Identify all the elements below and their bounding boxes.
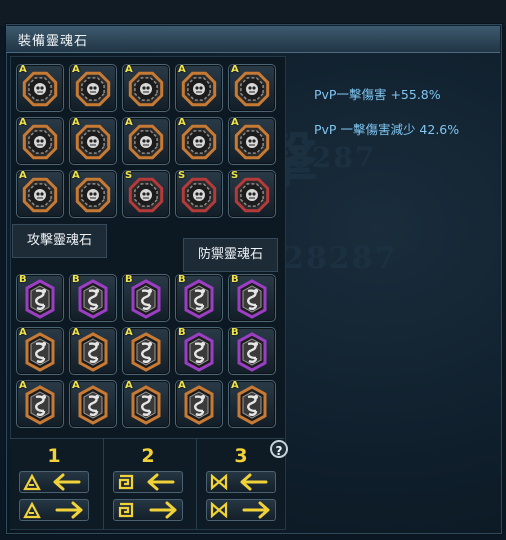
grade-label: A bbox=[231, 380, 239, 391]
bowtie-rune-icon bbox=[210, 473, 228, 491]
grade-label: A bbox=[178, 64, 186, 75]
grade-label: B bbox=[178, 274, 186, 285]
arrow-right-icon bbox=[149, 501, 177, 519]
preset-controls: 1 2 3 bbox=[10, 438, 284, 529]
grade-label: A bbox=[19, 380, 27, 391]
preset-1-save-button[interactable] bbox=[19, 499, 89, 521]
defense-soulstone-slot[interactable]: A bbox=[122, 327, 170, 375]
grade-label: A bbox=[72, 380, 80, 391]
attack-soulstone-slot[interactable]: A bbox=[69, 64, 117, 112]
arrow-right-icon bbox=[55, 501, 83, 519]
grade-label: A bbox=[178, 380, 186, 391]
grade-label: A bbox=[72, 170, 80, 181]
attack-soulstone-slot[interactable]: A bbox=[228, 64, 276, 112]
attack-soulstone-slot[interactable]: S bbox=[122, 170, 170, 218]
grade-label: B bbox=[19, 274, 27, 285]
attack-soulstone-slot[interactable]: A bbox=[16, 170, 64, 218]
grade-label: A bbox=[19, 64, 27, 75]
attack-soulstone-slot[interactable]: A bbox=[122, 64, 170, 112]
defense-soulstone-grid: B B B B B A A A B B A A A A A bbox=[16, 274, 276, 428]
grade-label: B bbox=[72, 274, 80, 285]
grade-label: B bbox=[231, 327, 239, 338]
defense-soulstone-slot[interactable]: A bbox=[16, 327, 64, 375]
preset-2-save-button[interactable] bbox=[113, 499, 183, 521]
grade-label: A bbox=[19, 117, 27, 128]
preset-2-load-button[interactable] bbox=[113, 471, 183, 493]
tab-defense-label: 防禦靈魂石 bbox=[198, 247, 264, 262]
triangle-rune-icon bbox=[23, 501, 41, 519]
grade-label: S bbox=[125, 170, 133, 181]
defense-soulstone-slot[interactable]: A bbox=[175, 380, 223, 428]
defense-soulstone-slot[interactable]: A bbox=[69, 380, 117, 428]
grade-label: A bbox=[125, 64, 133, 75]
grade-label: A bbox=[125, 327, 133, 338]
attack-soulstone-slot[interactable]: A bbox=[69, 117, 117, 165]
attack-soulstone-slot[interactable]: A bbox=[228, 117, 276, 165]
stats-list: PvP一擊傷害 +55.8% PvP 一擊傷害減少 42.6% bbox=[314, 84, 459, 154]
grade-label: A bbox=[19, 327, 27, 338]
defense-soulstone-slot[interactable]: B bbox=[16, 274, 64, 322]
defense-soulstone-slot[interactable]: B bbox=[228, 274, 276, 322]
grade-label: A bbox=[72, 117, 80, 128]
attack-soulstone-slot[interactable]: A bbox=[16, 117, 64, 165]
attack-soulstone-slot[interactable]: A bbox=[175, 64, 223, 112]
attack-soulstone-slot[interactable]: A bbox=[122, 117, 170, 165]
grade-label: A bbox=[231, 64, 239, 75]
defense-soulstone-slot[interactable]: B bbox=[69, 274, 117, 322]
spiral-rune-icon bbox=[118, 502, 134, 518]
preset-column-1: 1 bbox=[10, 439, 98, 529]
attack-soulstone-slot[interactable]: S bbox=[228, 170, 276, 218]
preset-number: 2 bbox=[141, 445, 155, 467]
stat-pvp-damage: PvP一擊傷害 +55.8% bbox=[314, 87, 441, 102]
defense-soulstone-slot[interactable]: A bbox=[69, 327, 117, 375]
tab-attack-label: 攻擊靈魂石 bbox=[27, 233, 93, 248]
preset-1-load-button[interactable] bbox=[19, 471, 89, 493]
arrow-left-icon bbox=[53, 473, 81, 491]
defense-soulstone-slot[interactable]: B bbox=[122, 274, 170, 322]
attack-soulstone-slot[interactable]: A bbox=[16, 64, 64, 112]
grade-label: S bbox=[231, 170, 239, 181]
grade-label: A bbox=[72, 327, 80, 338]
help-icon[interactable]: ? bbox=[270, 440, 288, 458]
defense-soulstone-slot[interactable]: B bbox=[228, 327, 276, 375]
window-title: 裝備靈魂石 bbox=[18, 34, 89, 49]
preset-3-load-button[interactable] bbox=[206, 471, 276, 493]
grade-label: A bbox=[231, 117, 239, 128]
grade-label: S bbox=[178, 170, 186, 181]
grade-label: A bbox=[125, 380, 133, 391]
arrow-right-icon bbox=[242, 501, 270, 519]
grade-label: B bbox=[231, 274, 239, 285]
defense-soulstone-slot[interactable]: B bbox=[175, 327, 223, 375]
grade-label: A bbox=[19, 170, 27, 181]
title-bar: 裝備靈魂石 bbox=[6, 26, 500, 53]
attack-soulstone-slot[interactable]: S bbox=[175, 170, 223, 218]
defense-soulstone-slot[interactable]: A bbox=[228, 380, 276, 428]
arrow-left-icon bbox=[240, 473, 268, 491]
defense-soulstone-slot[interactable]: A bbox=[16, 380, 64, 428]
grade-label: B bbox=[178, 327, 186, 338]
preset-3-save-button[interactable] bbox=[206, 499, 276, 521]
attack-soulstone-grid: A A A A A A A A A A A A S S S bbox=[16, 64, 276, 218]
grade-label: B bbox=[125, 274, 133, 285]
triangle-rune-icon bbox=[23, 473, 41, 491]
attack-soulstone-slot[interactable]: A bbox=[69, 170, 117, 218]
preset-number: 1 bbox=[47, 445, 61, 467]
top-bar bbox=[0, 0, 506, 26]
grade-label: A bbox=[125, 117, 133, 128]
grade-label: A bbox=[178, 117, 186, 128]
defense-soulstone-slot[interactable]: B bbox=[175, 274, 223, 322]
grade-label: A bbox=[72, 64, 80, 75]
tab-attack-soulstone[interactable]: 攻擊靈魂石 bbox=[12, 224, 108, 258]
tab-defense-soulstone[interactable]: 防禦靈魂石 bbox=[183, 238, 279, 272]
bowtie-rune-icon bbox=[210, 501, 228, 519]
attack-soulstone-slot[interactable]: A bbox=[175, 117, 223, 165]
defense-soulstone-slot[interactable]: A bbox=[122, 380, 170, 428]
stat-pvp-damage-reduction: PvP 一擊傷害減少 42.6% bbox=[314, 122, 460, 137]
spiral-rune-icon bbox=[118, 474, 134, 490]
arrow-left-icon bbox=[147, 473, 175, 491]
preset-column-2: 2 bbox=[103, 439, 192, 529]
